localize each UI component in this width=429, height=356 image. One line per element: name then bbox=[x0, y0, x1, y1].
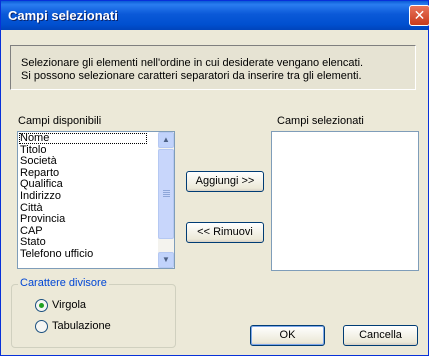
list-item[interactable]: Stato bbox=[19, 237, 46, 248]
list-item[interactable]: Telefono ufficio bbox=[19, 249, 93, 260]
available-fields-scrollbar[interactable]: ▲ ▼ bbox=[158, 132, 174, 268]
instruction-line-2: Si possono selezionare caratteri separat… bbox=[21, 70, 362, 82]
close-icon: ✕ bbox=[413, 7, 426, 23]
chevron-down-icon: ▼ bbox=[162, 255, 170, 264]
available-fields-label: Campi disponibili bbox=[18, 115, 102, 127]
divider-groupbox bbox=[11, 284, 176, 348]
dialog-window: Campi selezionati ✕ Selezionare gli elem… bbox=[0, 0, 429, 356]
list-item[interactable]: Società bbox=[19, 156, 57, 167]
selected-fields-label: Campi selezionati bbox=[277, 115, 364, 127]
window-title: Campi selezionati bbox=[8, 8, 118, 23]
list-item[interactable]: Indirizzo bbox=[19, 191, 61, 202]
selected-fields-list[interactable] bbox=[271, 131, 419, 271]
list-item[interactable]: Titolo bbox=[19, 144, 47, 156]
list-item[interactable]: Qualifica bbox=[19, 179, 63, 190]
scroll-thumb[interactable] bbox=[158, 149, 174, 239]
remove-button[interactable]: << Rimuovi bbox=[186, 222, 264, 243]
scroll-down-button[interactable]: ▼ bbox=[158, 252, 174, 268]
available-fields-list[interactable]: Nome Titolo Società Reparto Qualifica Indiriz… bbox=[17, 131, 175, 269]
scroll-up-button[interactable]: ▲ bbox=[158, 132, 174, 148]
close-button[interactable]: ✕ bbox=[409, 5, 429, 26]
list-item[interactable]: Provincia bbox=[19, 214, 65, 225]
add-button[interactable]: Aggiungi >> bbox=[186, 171, 264, 192]
list-item[interactable]: Città bbox=[19, 202, 43, 214]
radio-tabulazione[interactable] bbox=[35, 320, 48, 333]
title-bar[interactable]: Campi selezionati ✕ bbox=[1, 1, 429, 30]
radio-virgola-label[interactable]: Virgola bbox=[52, 299, 86, 311]
list-item[interactable]: Reparto bbox=[19, 167, 59, 179]
instructions-panel: Selezionare gli elementi nell'ordine in … bbox=[10, 45, 416, 90]
radio-virgola[interactable] bbox=[35, 299, 48, 312]
chevron-up-icon: ▲ bbox=[162, 135, 170, 144]
list-item[interactable]: Nome bbox=[19, 133, 147, 144]
radio-tabulazione-label[interactable]: Tabulazione bbox=[52, 320, 111, 332]
radio-selected-dot bbox=[39, 303, 44, 308]
cancel-button[interactable]: Cancella bbox=[343, 325, 418, 346]
divider-group-label: Carattere divisore bbox=[18, 277, 109, 289]
ok-button[interactable]: OK bbox=[250, 325, 325, 346]
instruction-line-1: Selezionare gli elementi nell'ordine in … bbox=[21, 57, 364, 69]
list-item[interactable]: CAP bbox=[19, 225, 43, 237]
